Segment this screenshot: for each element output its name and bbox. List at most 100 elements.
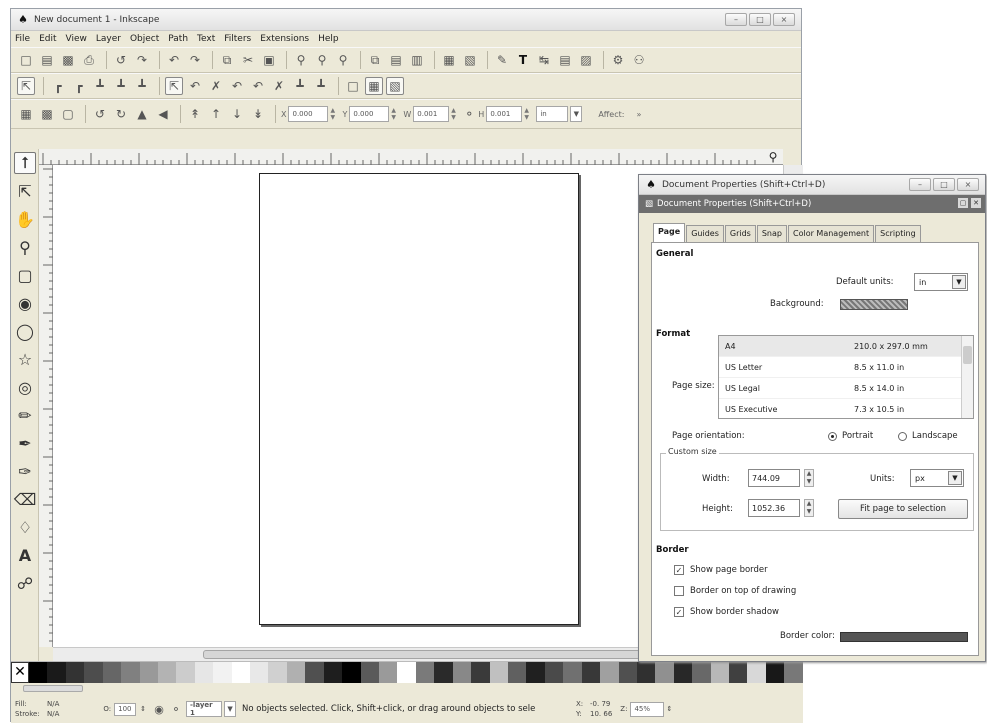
dock-close-icon[interactable]: ✕ (971, 198, 981, 208)
color-swatch[interactable] (415, 662, 435, 683)
height-input[interactable]: 1052.36 (748, 499, 800, 517)
color-swatch[interactable] (397, 662, 416, 683)
rotate-ccw-icon[interactable]: ↺ (91, 105, 109, 123)
portrait-radio[interactable] (828, 432, 837, 441)
color-swatch[interactable] (29, 662, 48, 683)
spiral-tool-icon[interactable]: ◎ (14, 376, 36, 398)
snap-bbox-corner-icon[interactable]: ┻ (91, 77, 109, 95)
snap-cusp-nodes-icon[interactable]: ↶ (228, 77, 246, 95)
align-distribute-icon[interactable]: ▤ (556, 51, 574, 69)
color-swatch[interactable] (710, 662, 730, 683)
page-size-row[interactable]: US Executive 7.3 x 10.5 in (719, 399, 973, 418)
snap-paths-icon[interactable]: ↶ (186, 77, 204, 95)
redo-icon[interactable]: ↷ (186, 51, 204, 69)
snap-smooth-nodes-icon[interactable]: ↶ (249, 77, 267, 95)
layer-lock-icon[interactable]: ⚬ (169, 700, 183, 718)
print-icon[interactable]: ⎙ (80, 51, 98, 69)
snap-bbox-midpoint-icon[interactable]: ┻ (112, 77, 130, 95)
deselect-icon[interactable]: ▢ (59, 105, 77, 123)
color-swatch[interactable] (655, 662, 674, 683)
docprops-maximize-button[interactable]: □ (933, 178, 955, 191)
snap-bbox-edge-icon[interactable]: ┏ (70, 77, 88, 95)
fill-stroke-icon[interactable]: ✎ (493, 51, 511, 69)
pen-tool-icon[interactable]: ✒ (14, 432, 36, 454)
color-swatch[interactable] (102, 662, 122, 683)
color-swatch[interactable] (121, 662, 140, 683)
landscape-label[interactable]: Landscape (912, 431, 958, 441)
dock-lock-icon[interactable]: ▢ (958, 198, 968, 208)
new-document-icon[interactable]: □ (17, 51, 35, 69)
default-units-select[interactable]: in ▼ (914, 273, 968, 291)
text-font-icon[interactable]: T (514, 51, 532, 69)
color-swatch[interactable] (250, 662, 269, 683)
color-swatch[interactable] (765, 662, 785, 683)
palette-scrollbar-thumb[interactable] (23, 685, 83, 692)
show-page-border-label[interactable]: Show page border (690, 565, 768, 575)
snap-guides-icon[interactable]: ▧ (386, 77, 404, 95)
layer-dropdown-arrow-icon[interactable]: ▼ (224, 701, 237, 717)
group-icon[interactable]: ▦ (440, 51, 458, 69)
fit-page-to-selection-button[interactable]: Fit page to selection (838, 499, 968, 519)
lower-icon[interactable]: ↓ (228, 105, 246, 123)
open-icon[interactable]: ▤ (38, 51, 56, 69)
color-swatch[interactable] (544, 662, 564, 683)
border-on-top-checkbox[interactable] (674, 586, 684, 596)
snap-grid-icon[interactable]: ▦ (365, 77, 383, 95)
node-tool-icon[interactable]: ⇱ (14, 180, 36, 202)
color-swatch[interactable] (323, 662, 343, 683)
color-swatch[interactable] (784, 662, 803, 683)
raise-to-top-icon[interactable]: ↟ (186, 105, 204, 123)
show-border-shadow-checkbox[interactable]: ✓ (674, 607, 684, 617)
color-swatch[interactable] (729, 662, 748, 683)
show-page-border-checkbox[interactable]: ✓ (674, 565, 684, 575)
color-swatch[interactable] (673, 662, 693, 683)
color-swatch[interactable] (526, 662, 545, 683)
color-swatch[interactable] (305, 662, 324, 683)
zoom-input[interactable]: 45% (630, 701, 665, 717)
minimize-button[interactable]: – (725, 13, 747, 26)
color-swatch[interactable] (618, 662, 637, 683)
width-input[interactable]: 0.001 (413, 106, 450, 122)
undo-icon[interactable]: ↶ (165, 51, 183, 69)
y-spinner[interactable]: ▲ ▼ (391, 106, 399, 122)
opacity-input[interactable]: 100 (114, 702, 137, 716)
clone-icon[interactable]: ▤ (387, 51, 405, 69)
units-dropdown-arrow-icon[interactable]: ▼ (570, 106, 583, 122)
color-swatch[interactable] (84, 662, 103, 683)
menu-object[interactable]: Object (130, 34, 159, 44)
opacity-spinner[interactable]: ⇕ (140, 705, 146, 713)
palette-scrollbar[interactable] (11, 683, 803, 695)
flip-horizontal-icon[interactable]: ▲ (133, 105, 151, 123)
color-swatch[interactable] (636, 662, 656, 683)
snap-nodes-icon[interactable]: ⇱ (165, 77, 183, 95)
rectangle-tool-icon[interactable]: ▢ (14, 264, 36, 286)
tab-page[interactable]: Page (653, 223, 686, 242)
tab-guides[interactable]: Guides (686, 225, 724, 242)
document-page[interactable] (259, 173, 579, 625)
copy-icon[interactable]: ⧉ (218, 51, 236, 69)
snap-object-centers-icon[interactable]: ┻ (291, 77, 309, 95)
zoom-drawing-icon[interactable]: ⚲ (313, 51, 331, 69)
menu-text[interactable]: Text (197, 34, 215, 44)
menu-layer[interactable]: Layer (96, 34, 121, 44)
color-swatch[interactable] (379, 662, 398, 683)
snap-rotation-center-icon[interactable]: ┻ (312, 77, 330, 95)
preferences-icon[interactable]: ⚙ (609, 51, 627, 69)
border-on-top-label[interactable]: Border on top of drawing (690, 586, 796, 596)
fill-stroke-indicator[interactable]: Fill: N/A Stroke: N/A (15, 699, 59, 719)
lock-proportions-icon[interactable]: ⚬ (463, 105, 475, 123)
ungroup-icon[interactable]: ▧ (461, 51, 479, 69)
color-swatch[interactable] (747, 662, 766, 683)
horizontal-ruler[interactable]: ⚲ (39, 149, 783, 165)
color-swatch[interactable] (47, 662, 66, 683)
color-swatch[interactable] (692, 662, 711, 683)
menu-path[interactable]: Path (168, 34, 188, 44)
color-swatch[interactable] (194, 662, 214, 683)
background-color-swatch[interactable] (840, 299, 908, 310)
rotate-cw-icon[interactable]: ↻ (112, 105, 130, 123)
layer-select[interactable]: -layer 1 (186, 701, 223, 717)
color-swatch[interactable] (139, 662, 158, 683)
paste-icon[interactable]: ▣ (260, 51, 278, 69)
menu-view[interactable]: View (66, 34, 87, 44)
page-size-row[interactable]: US Legal 8.5 x 14.0 in (719, 378, 973, 399)
